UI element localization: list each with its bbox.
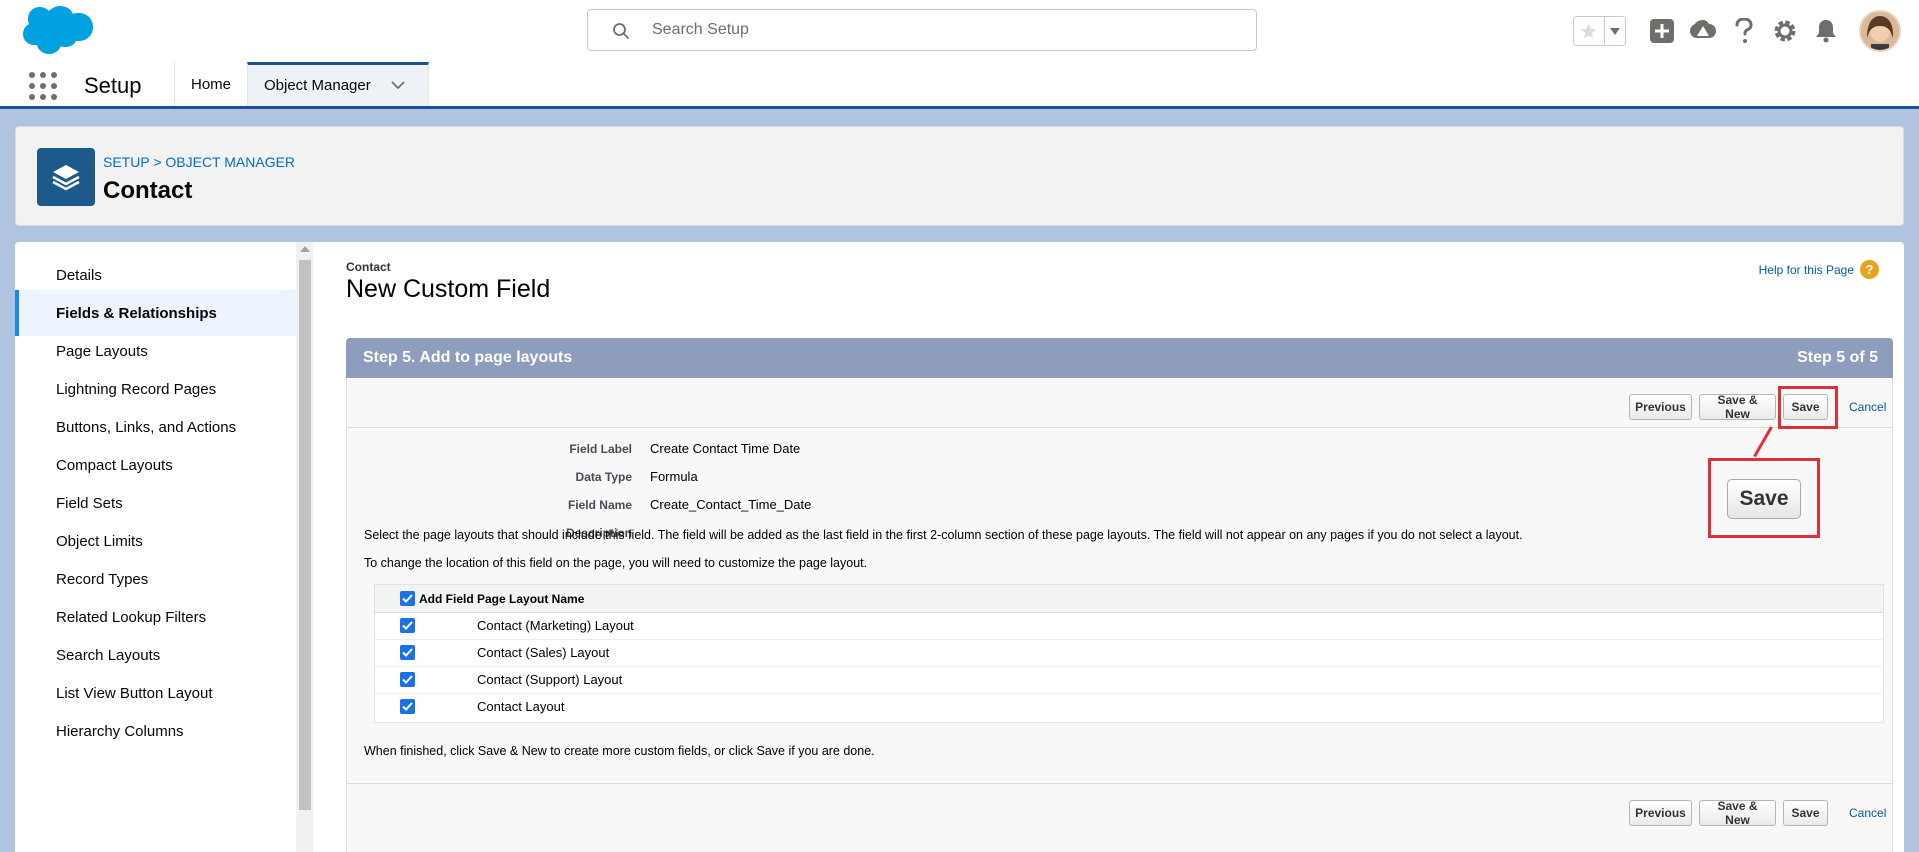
layout-name: Contact (Sales) Layout bbox=[477, 645, 610, 660]
user-avatar[interactable] bbox=[1859, 10, 1901, 52]
step-title: Step 5. Add to page layouts bbox=[363, 349, 573, 366]
sidebar-item-label: Details bbox=[56, 266, 102, 284]
tab-object-manager-label: Object Manager bbox=[264, 77, 371, 94]
page-title: Contact bbox=[103, 177, 193, 204]
add-field-checkbox[interactable] bbox=[400, 672, 415, 687]
notifications-bell-icon[interactable] bbox=[1812, 17, 1840, 45]
instructions-text: Select the page layouts that should incl… bbox=[364, 528, 1523, 542]
favorites-dropdown-icon[interactable] bbox=[1603, 17, 1625, 45]
search-input[interactable] bbox=[652, 10, 1242, 50]
content-area: Contact New Custom Field Help for this P… bbox=[331, 242, 1893, 852]
global-actions-add-icon[interactable] bbox=[1648, 17, 1676, 45]
table-row: Contact (Sales) Layout bbox=[375, 640, 1883, 667]
help-question-icon[interactable] bbox=[1730, 17, 1758, 45]
add-field-checkbox[interactable] bbox=[400, 699, 415, 714]
step-body: Previous Save & New Save Cancel Save Fie… bbox=[346, 378, 1893, 852]
add-field-column-header: Add Field bbox=[419, 592, 474, 606]
sidebar-item-label: Fields & Relationships bbox=[56, 304, 217, 322]
data-type-value: Formula bbox=[650, 469, 698, 484]
sidebar-item-label: Search Layouts bbox=[56, 646, 161, 664]
layout-name-column-header: Page Layout Name bbox=[477, 592, 585, 606]
save-highlight-box bbox=[1778, 386, 1838, 429]
sidebar-scrollbar-thumb[interactable] bbox=[299, 260, 311, 810]
finish-instructions: When finished, click Save & New to creat… bbox=[364, 744, 875, 758]
bottom-button-row: Previous Save & New Save Cancel bbox=[347, 783, 1892, 827]
chevron-down-icon[interactable] bbox=[391, 81, 405, 90]
header-icons bbox=[1573, 10, 1901, 52]
data-type-label: Data Type bbox=[575, 470, 632, 484]
field-name-value: Create_Contact_Time_Date bbox=[650, 497, 812, 512]
search-icon bbox=[613, 23, 629, 39]
sidebar-item-label: Hierarchy Columns bbox=[56, 722, 184, 740]
context-bar: Setup Home Object Manager bbox=[0, 62, 1919, 109]
sidebar-item-label: Related Lookup Filters bbox=[56, 608, 207, 626]
layout-name: Contact Layout bbox=[477, 699, 565, 714]
sidebar-item-label: Field Sets bbox=[56, 494, 123, 512]
save-and-new-button[interactable]: Save & New bbox=[1699, 393, 1776, 421]
help-link-text: Help for this Page bbox=[1758, 262, 1854, 277]
instructions-text-2: To change the location of this field on … bbox=[364, 556, 868, 570]
setup-gear-icon[interactable] bbox=[1771, 17, 1799, 45]
global-header bbox=[0, 0, 1919, 62]
previous-button[interactable]: Previous bbox=[1629, 394, 1692, 420]
previous-button-bottom[interactable]: Previous bbox=[1629, 800, 1692, 826]
step-count: Step 5 of 5 bbox=[1797, 349, 1878, 366]
cancel-link-bottom[interactable]: Cancel bbox=[1849, 806, 1886, 820]
sidebar-item-label: Object Limits bbox=[56, 532, 143, 550]
sidebar-item-label: List View Button Layout bbox=[56, 684, 213, 702]
save-zoom-callout: Save bbox=[1708, 458, 1820, 538]
tab-home-label: Home bbox=[191, 75, 232, 93]
zoomed-save-button: Save bbox=[1727, 479, 1801, 519]
save-and-new-button-bottom[interactable]: Save & New bbox=[1699, 799, 1776, 827]
sidebar-item-label: Page Layouts bbox=[56, 342, 148, 360]
salesforce-cloud-logo[interactable] bbox=[18, 4, 94, 58]
table-row: Contact Layout bbox=[375, 694, 1883, 721]
table-header: Add Field Page Layout Name bbox=[375, 585, 1883, 613]
search-box[interactable] bbox=[587, 9, 1257, 51]
object-page-header: SETUP > OBJECT MANAGER Contact bbox=[15, 126, 1904, 226]
field-label-value: Create Contact Time Date bbox=[650, 441, 801, 456]
object-sidebar: Details Fields & Relationships Page Layo… bbox=[15, 242, 296, 852]
highlight-connector-line bbox=[1753, 426, 1773, 458]
object-layers-icon bbox=[37, 148, 95, 206]
favorites-control bbox=[1573, 16, 1626, 46]
select-all-checkbox[interactable] bbox=[400, 591, 415, 606]
content-title: New Custom Field bbox=[346, 275, 551, 303]
save-button-bottom[interactable]: Save bbox=[1783, 800, 1828, 826]
page-layouts-table: Add Field Page Layout Name Contact (Mark… bbox=[374, 584, 1884, 723]
favorites-star-icon[interactable] bbox=[1574, 17, 1604, 45]
table-row: Contact (Support) Layout bbox=[375, 667, 1883, 694]
sidebar-item-label: Buttons, Links, and Actions bbox=[56, 418, 237, 436]
app-name: Setup bbox=[84, 73, 142, 98]
main-panel: Details Fields & Relationships Page Layo… bbox=[15, 242, 1904, 852]
field-label-label: Field Label bbox=[569, 442, 632, 456]
top-button-row: Previous Save & New Save Cancel bbox=[347, 378, 1892, 428]
trailhead-icon[interactable] bbox=[1689, 17, 1717, 45]
breadcrumb[interactable]: SETUP > OBJECT MANAGER bbox=[103, 154, 295, 170]
sidebar-item-label: Lightning Record Pages bbox=[56, 380, 217, 398]
field-name-label: Field Name bbox=[567, 498, 632, 512]
cancel-link[interactable]: Cancel bbox=[1849, 400, 1886, 414]
scroll-up-arrow-icon[interactable] bbox=[300, 246, 310, 252]
step-bar: Step 5. Add to page layouts Step 5 of 5 bbox=[346, 338, 1893, 378]
object-name-label: Contact bbox=[346, 260, 391, 274]
tab-object-manager[interactable]: Object Manager bbox=[247, 62, 429, 106]
table-row: Contact (Marketing) Layout bbox=[375, 613, 1883, 640]
layout-name: Contact (Support) Layout bbox=[477, 672, 623, 687]
help-for-page-link[interactable]: Help for this Page ? bbox=[1759, 260, 1879, 279]
tab-home[interactable]: Home bbox=[174, 62, 248, 106]
sidebar-item-label: Record Types bbox=[56, 570, 149, 588]
sidebar-item-hierarchy-columns[interactable]: Hierarchy Columns bbox=[15, 708, 296, 754]
add-field-checkbox[interactable] bbox=[400, 618, 415, 633]
add-field-checkbox[interactable] bbox=[400, 645, 415, 660]
layout-name: Contact (Marketing) Layout bbox=[477, 618, 634, 633]
help-circle-icon: ? bbox=[1860, 260, 1879, 279]
sidebar-item-label: Compact Layouts bbox=[56, 456, 173, 474]
app-launcher-waffle-icon[interactable] bbox=[28, 71, 58, 101]
